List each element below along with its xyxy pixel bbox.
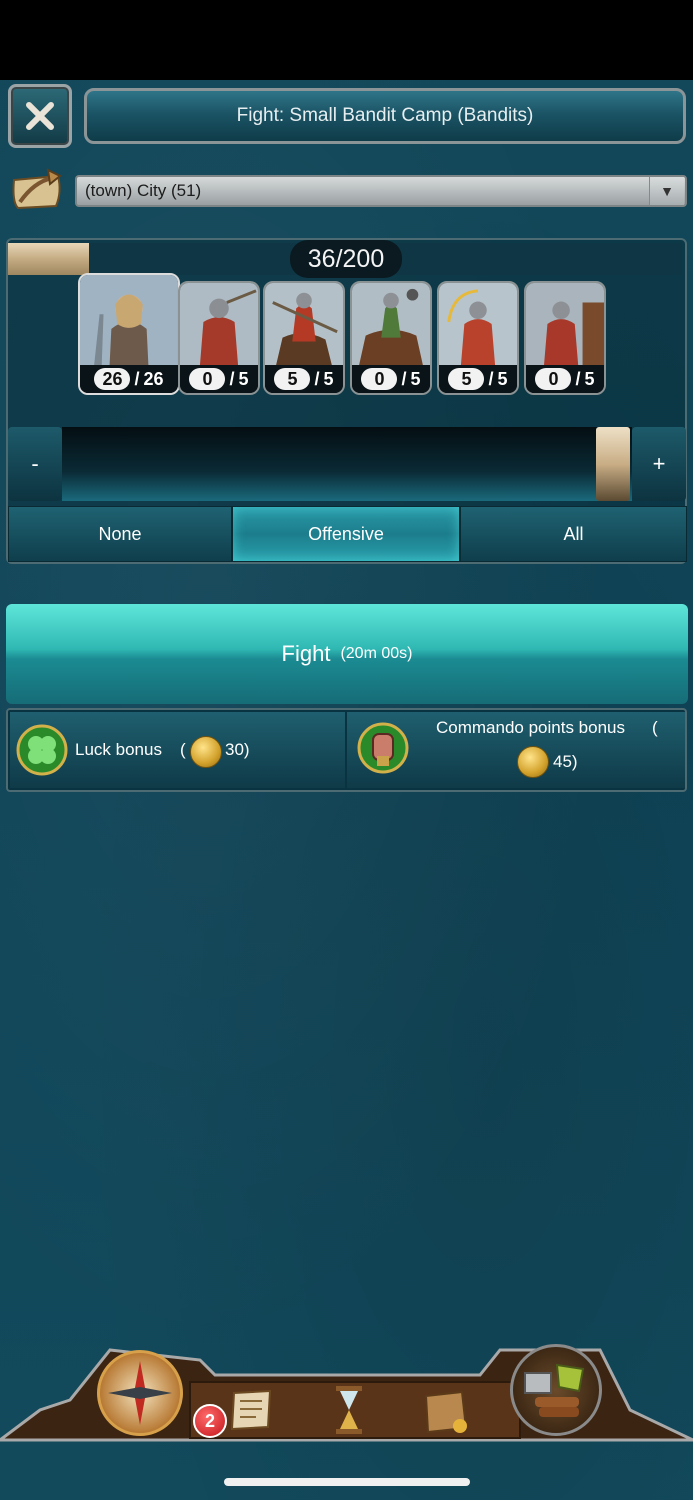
unit-separator: / [314,368,320,389]
decrease-label: - [31,451,39,476]
decrease-button[interactable]: - [8,427,62,501]
unit-current: 26 [94,368,131,390]
unit-separator: / [575,368,581,389]
town-select-value: (town) City (51) [85,181,202,200]
fist-icon [357,722,409,774]
travel-scroll-icon[interactable] [8,162,66,216]
crossbowman-portrait-icon [526,283,604,371]
page-title-text: Fight: Small Bandit Camp (Bandits) [236,105,534,126]
fight-label: Fight [281,641,331,666]
resources-icon[interactable] [510,1344,602,1436]
unit-max: 5 [497,368,508,389]
unit-card-lancer-cavalry[interactable]: 5 / 5 [263,281,345,395]
army-slider-thumb[interactable] [596,427,630,501]
unit-current: 0 [361,368,398,390]
home-indicator[interactable] [224,1478,470,1486]
luck-bonus-paren: ( [180,740,186,759]
unit-current: 0 [189,368,226,390]
increase-label: + [652,451,666,476]
luck-bonus-cost: 30) [225,740,250,759]
capacity-text: 36/200 [307,244,385,273]
gold-coin-icon [517,746,549,778]
unit-count: 5 / 5 [439,365,517,393]
chevron-down-icon[interactable]: ▼ [649,177,684,205]
page-title: Fight: Small Bandit Camp (Bandits) [84,88,686,144]
unit-count: 5 / 5 [265,365,343,393]
commando-bonus-cost: 45) [553,752,578,771]
lancer-cavalry-portrait-icon [265,283,343,371]
backpack-icon[interactable] [418,1384,474,1438]
hero-portrait-icon [80,275,178,370]
filter-none-label: None [98,523,142,544]
filter-offensive-label: Offensive [308,523,384,544]
unit-card-swordsman[interactable]: 0 / 5 [178,281,260,395]
unit-count: 0 / 5 [180,365,258,393]
capacity-badge: 36/200 [290,240,402,278]
unit-current: 5 [448,368,485,390]
unit-count: 26 / 26 [80,365,178,393]
commando-bonus-button[interactable]: Commando points bonus ( 45) [347,712,685,788]
compass-icon[interactable] [97,1350,183,1436]
capacity-bar-fill [8,243,89,275]
archer-portrait-icon [439,283,517,371]
unit-max: 5 [238,368,249,389]
commando-bonus-paren: ( [652,718,658,737]
unit-separator: / [401,368,407,389]
town-select[interactable]: (town) City (51) ▼ [75,175,687,207]
unit-max: 5 [323,368,334,389]
unit-max: 26 [143,368,164,389]
status-bar-area [0,0,693,80]
unit-count: 0 / 5 [526,365,604,393]
luck-bonus-button[interactable]: Luck bonus ( 30) [10,712,345,788]
increase-button[interactable]: + [632,427,686,501]
gold-coin-icon [190,736,222,768]
unit-card-hero[interactable]: 26 / 26 [78,273,180,395]
mace-cavalry-portrait-icon [352,283,430,371]
unit-card-archer[interactable]: 5 / 5 [437,281,519,395]
unit-count: 0 / 5 [352,365,430,393]
unit-max: 5 [410,368,421,389]
fight-duration: (20m 00s) [340,645,413,662]
notification-badge[interactable]: 2 [193,1404,227,1438]
fight-button[interactable]: Fight (20m 00s) [6,604,688,704]
unit-max: 5 [584,368,595,389]
unit-separator: / [134,368,140,389]
notification-count: 2 [204,1410,215,1431]
unit-current: 0 [535,368,572,390]
scroll-icon[interactable] [228,1387,276,1433]
filter-offensive-button[interactable]: Offensive [232,506,460,562]
unit-current: 5 [274,368,311,390]
unit-separator: / [488,368,494,389]
army-slider-track[interactable] [62,427,632,501]
unit-card-mace-cavalry[interactable]: 0 / 5 [350,281,432,395]
luck-bonus-label: Luck bonus [75,740,162,759]
commando-bonus-label: Commando points bonus [436,718,626,737]
filter-all-button[interactable]: All [460,506,687,562]
close-icon [26,102,54,130]
unit-card-crossbowman[interactable]: 0 / 5 [524,281,606,395]
close-button[interactable] [8,84,72,148]
filter-all-label: All [563,523,584,544]
clover-icon [16,724,68,776]
unit-separator: / [229,368,235,389]
hourglass-icon[interactable] [332,1384,366,1436]
swordsman-portrait-icon [180,283,258,371]
filter-none-button[interactable]: None [8,506,232,562]
